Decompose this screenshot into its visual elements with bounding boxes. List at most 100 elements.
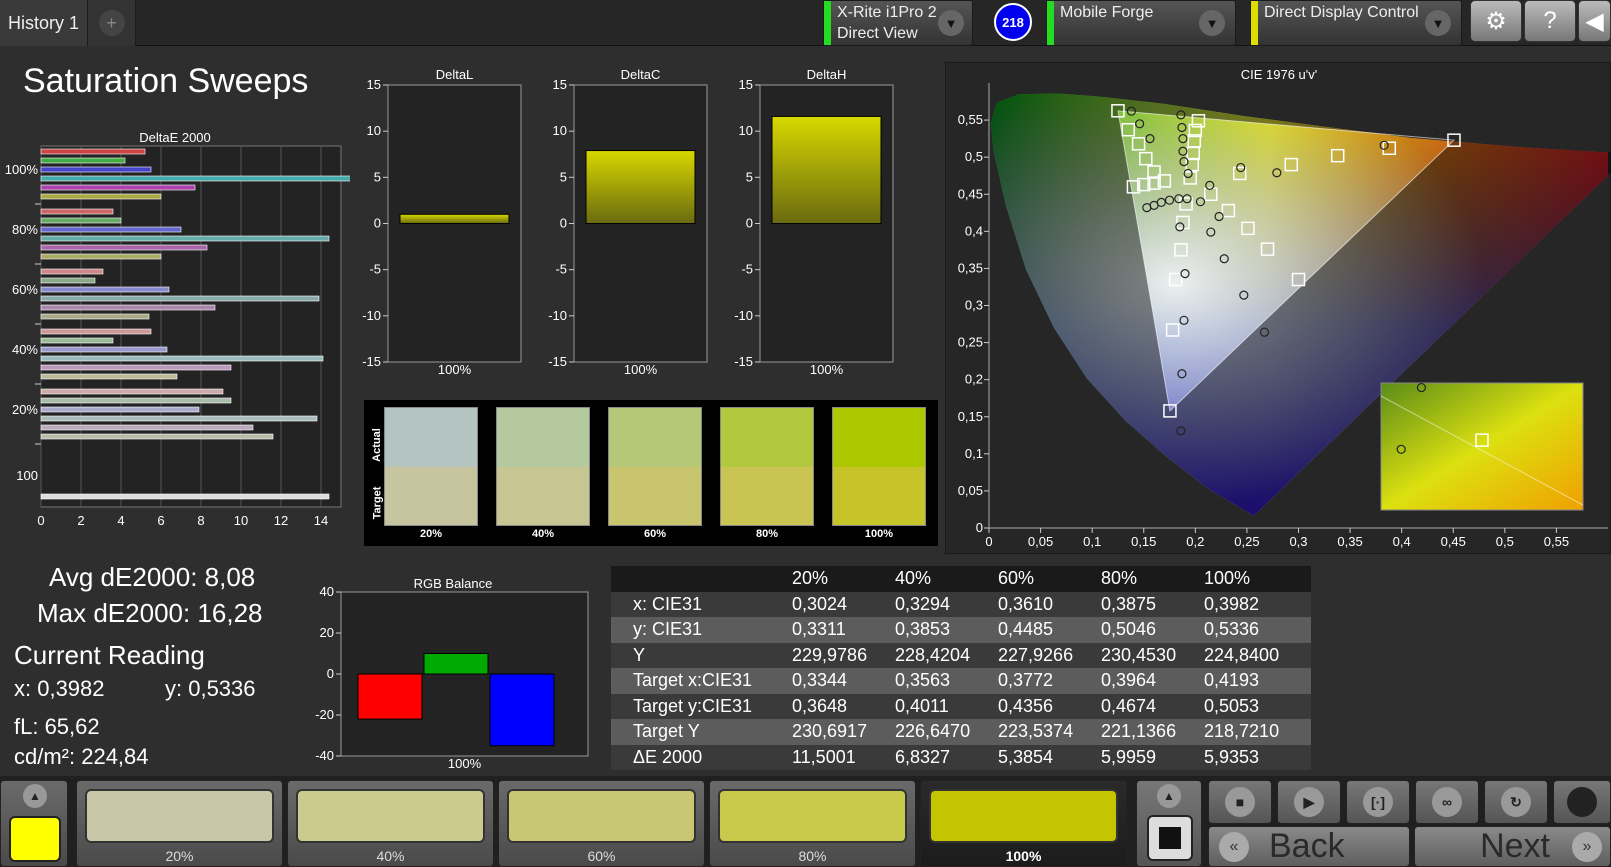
y-tick-label: 20% xyxy=(12,402,38,417)
y-tick-label: 40 xyxy=(320,584,334,599)
x-tick-label: 0,4 xyxy=(1393,534,1411,549)
x-tick-label: 100% xyxy=(624,362,658,377)
chevron-down-icon: ▼ xyxy=(1425,10,1451,36)
table-cell: y: CIE31 xyxy=(633,619,703,640)
pattern-toggle-panel[interactable]: ▲ xyxy=(1136,780,1202,867)
y-tick-label: 0 xyxy=(327,666,334,681)
deltae-chart: DeltaE 2000 0 2 4 6 8 10 12 14 100% 80% 60% 40% 20% 1… xyxy=(0,128,368,548)
bottom-swatch-label: 100% xyxy=(1005,848,1042,864)
y-tick-label: 0,3 xyxy=(965,298,983,313)
tab-history-1[interactable]: History 1 xyxy=(0,0,88,46)
bottom-swatch-color xyxy=(718,789,907,843)
column-header: 60% xyxy=(998,568,1035,589)
meter-badge[interactable]: 218 xyxy=(994,3,1032,41)
meter-selector[interactable]: X-Rite i1Pro 2 Direct View ▼ xyxy=(823,0,973,46)
help-button[interactable]: ? xyxy=(1524,0,1576,42)
bar xyxy=(40,337,114,344)
y-tick-label: 100% xyxy=(5,162,39,177)
back-label: Back xyxy=(1269,827,1345,865)
x-tick-label: 4 xyxy=(117,513,124,528)
bar xyxy=(423,653,489,675)
table-row: Y 229,9786 228,4204 227,9266 230,4530 224,840… xyxy=(611,642,1311,668)
y-tick-label: -10 xyxy=(548,308,567,323)
table-cell: ΔE 2000 xyxy=(633,746,703,767)
y-tick-label: 0,5 xyxy=(965,149,983,164)
y-tick-label: 5 xyxy=(746,169,753,184)
table-cell: 0,4193 xyxy=(1204,670,1260,691)
actual-swatch xyxy=(721,408,813,467)
bottom-swatch-label: 20% xyxy=(165,848,194,864)
table-cell: 0,3311 xyxy=(792,619,846,640)
bottom-swatch-label: 40% xyxy=(376,848,405,864)
y-tick-label: 20 xyxy=(320,625,334,640)
table-cell: 6,8327 xyxy=(895,746,951,767)
continuous-button[interactable]: ∞ xyxy=(1415,780,1479,824)
y-tick-label: 5 xyxy=(374,169,381,184)
target-swatch xyxy=(385,467,477,525)
y-tick-label: -10 xyxy=(362,308,381,323)
x-tick-label: 0,2 xyxy=(1186,534,1204,549)
bar xyxy=(40,364,232,371)
cie-chart-title: CIE 1976 u'v' xyxy=(1241,67,1318,82)
record-button[interactable] xyxy=(1553,780,1611,824)
table-cell: 0,3853 xyxy=(895,619,951,640)
current-color-panel[interactable]: ▲ xyxy=(0,780,68,867)
x-tick-label: 100% xyxy=(810,362,844,377)
x-tick-label: 6 xyxy=(157,513,164,528)
collapse-button[interactable]: ◀ xyxy=(1578,0,1611,42)
add-tab-button[interactable]: + xyxy=(88,0,136,46)
y-tick-label: 0 xyxy=(976,520,983,535)
settings-button[interactable]: ⚙ xyxy=(1470,0,1522,42)
table-header: 20% 40% 60% 80% 100% xyxy=(611,566,1311,592)
table-cell: 0,3024 xyxy=(792,593,848,614)
scroll-up-icon[interactable]: ▲ xyxy=(23,784,47,808)
x-tick-label: 2 xyxy=(77,513,84,528)
bar xyxy=(40,295,320,302)
back-button[interactable]: « Back xyxy=(1208,826,1410,867)
x-tick-label: 12 xyxy=(274,513,288,528)
bar xyxy=(585,150,696,224)
table-cell: 229,9786 xyxy=(792,644,868,665)
pattern-generator-selector[interactable]: Mobile Forge ▼ xyxy=(1046,0,1236,46)
column-header: 40% xyxy=(895,568,932,589)
bar xyxy=(40,235,330,242)
x-tick-label: 0,5 xyxy=(1496,534,1514,549)
y-tick-label: 15 xyxy=(739,77,753,92)
table-cell: 0,3875 xyxy=(1101,593,1157,614)
stop-button[interactable]: ■ xyxy=(1208,780,1272,824)
table-cell: 230,6917 xyxy=(792,721,868,742)
bottom-swatch-button[interactable]: 100% xyxy=(920,780,1127,867)
table-cell: 0,4485 xyxy=(998,619,1054,640)
table-cell: 0,3563 xyxy=(895,670,951,691)
cie-chart: CIE 1976 u'v' 0 0,05 0,1 0,15 0,2 0,25 0,3 0,35… xyxy=(945,62,1611,554)
scroll-up-icon[interactable]: ▲ xyxy=(1157,784,1181,808)
play-button[interactable]: ▶ xyxy=(1277,780,1341,824)
y-tick-label: 60% xyxy=(12,282,38,297)
table-cell: 0,3344 xyxy=(792,670,848,691)
bar xyxy=(40,253,162,260)
refresh-button[interactable]: ↻ xyxy=(1484,780,1548,824)
y-tick-label: -40 xyxy=(315,748,334,763)
bottom-swatch-button[interactable]: 80% xyxy=(709,780,916,867)
bottom-swatch-button[interactable]: 40% xyxy=(287,780,494,867)
table-cell: Target y:CIE31 xyxy=(633,695,753,716)
y-tick-label: -5 xyxy=(369,262,381,277)
bar xyxy=(40,313,150,320)
next-button[interactable]: Next » xyxy=(1414,826,1611,867)
measure-button[interactable]: [·] xyxy=(1346,780,1410,824)
bottom-swatch-color xyxy=(929,789,1118,843)
table-cell: 0,4011 xyxy=(895,695,949,716)
display-control-selector[interactable]: Direct Display Control ▼ xyxy=(1250,0,1462,46)
swatch-pair xyxy=(720,407,814,526)
chart-title: DeltaL xyxy=(436,68,474,82)
y-tick-label: 0,55 xyxy=(958,112,983,127)
column-header: 20% xyxy=(792,568,829,589)
help-icon: ? xyxy=(1543,7,1557,34)
table-row: ΔE 2000 11,5001 6,8327 5,3854 5,9959 5,9353 xyxy=(611,744,1311,770)
deltae-chart-title: DeltaE 2000 xyxy=(139,130,211,145)
y-tick-label: 0,05 xyxy=(958,483,983,498)
actual-swatch xyxy=(833,408,925,467)
bottom-swatch-button[interactable]: 20% xyxy=(76,780,283,867)
bottom-swatch-button[interactable]: 60% xyxy=(498,780,705,867)
table-cell: 0,3294 xyxy=(895,593,951,614)
